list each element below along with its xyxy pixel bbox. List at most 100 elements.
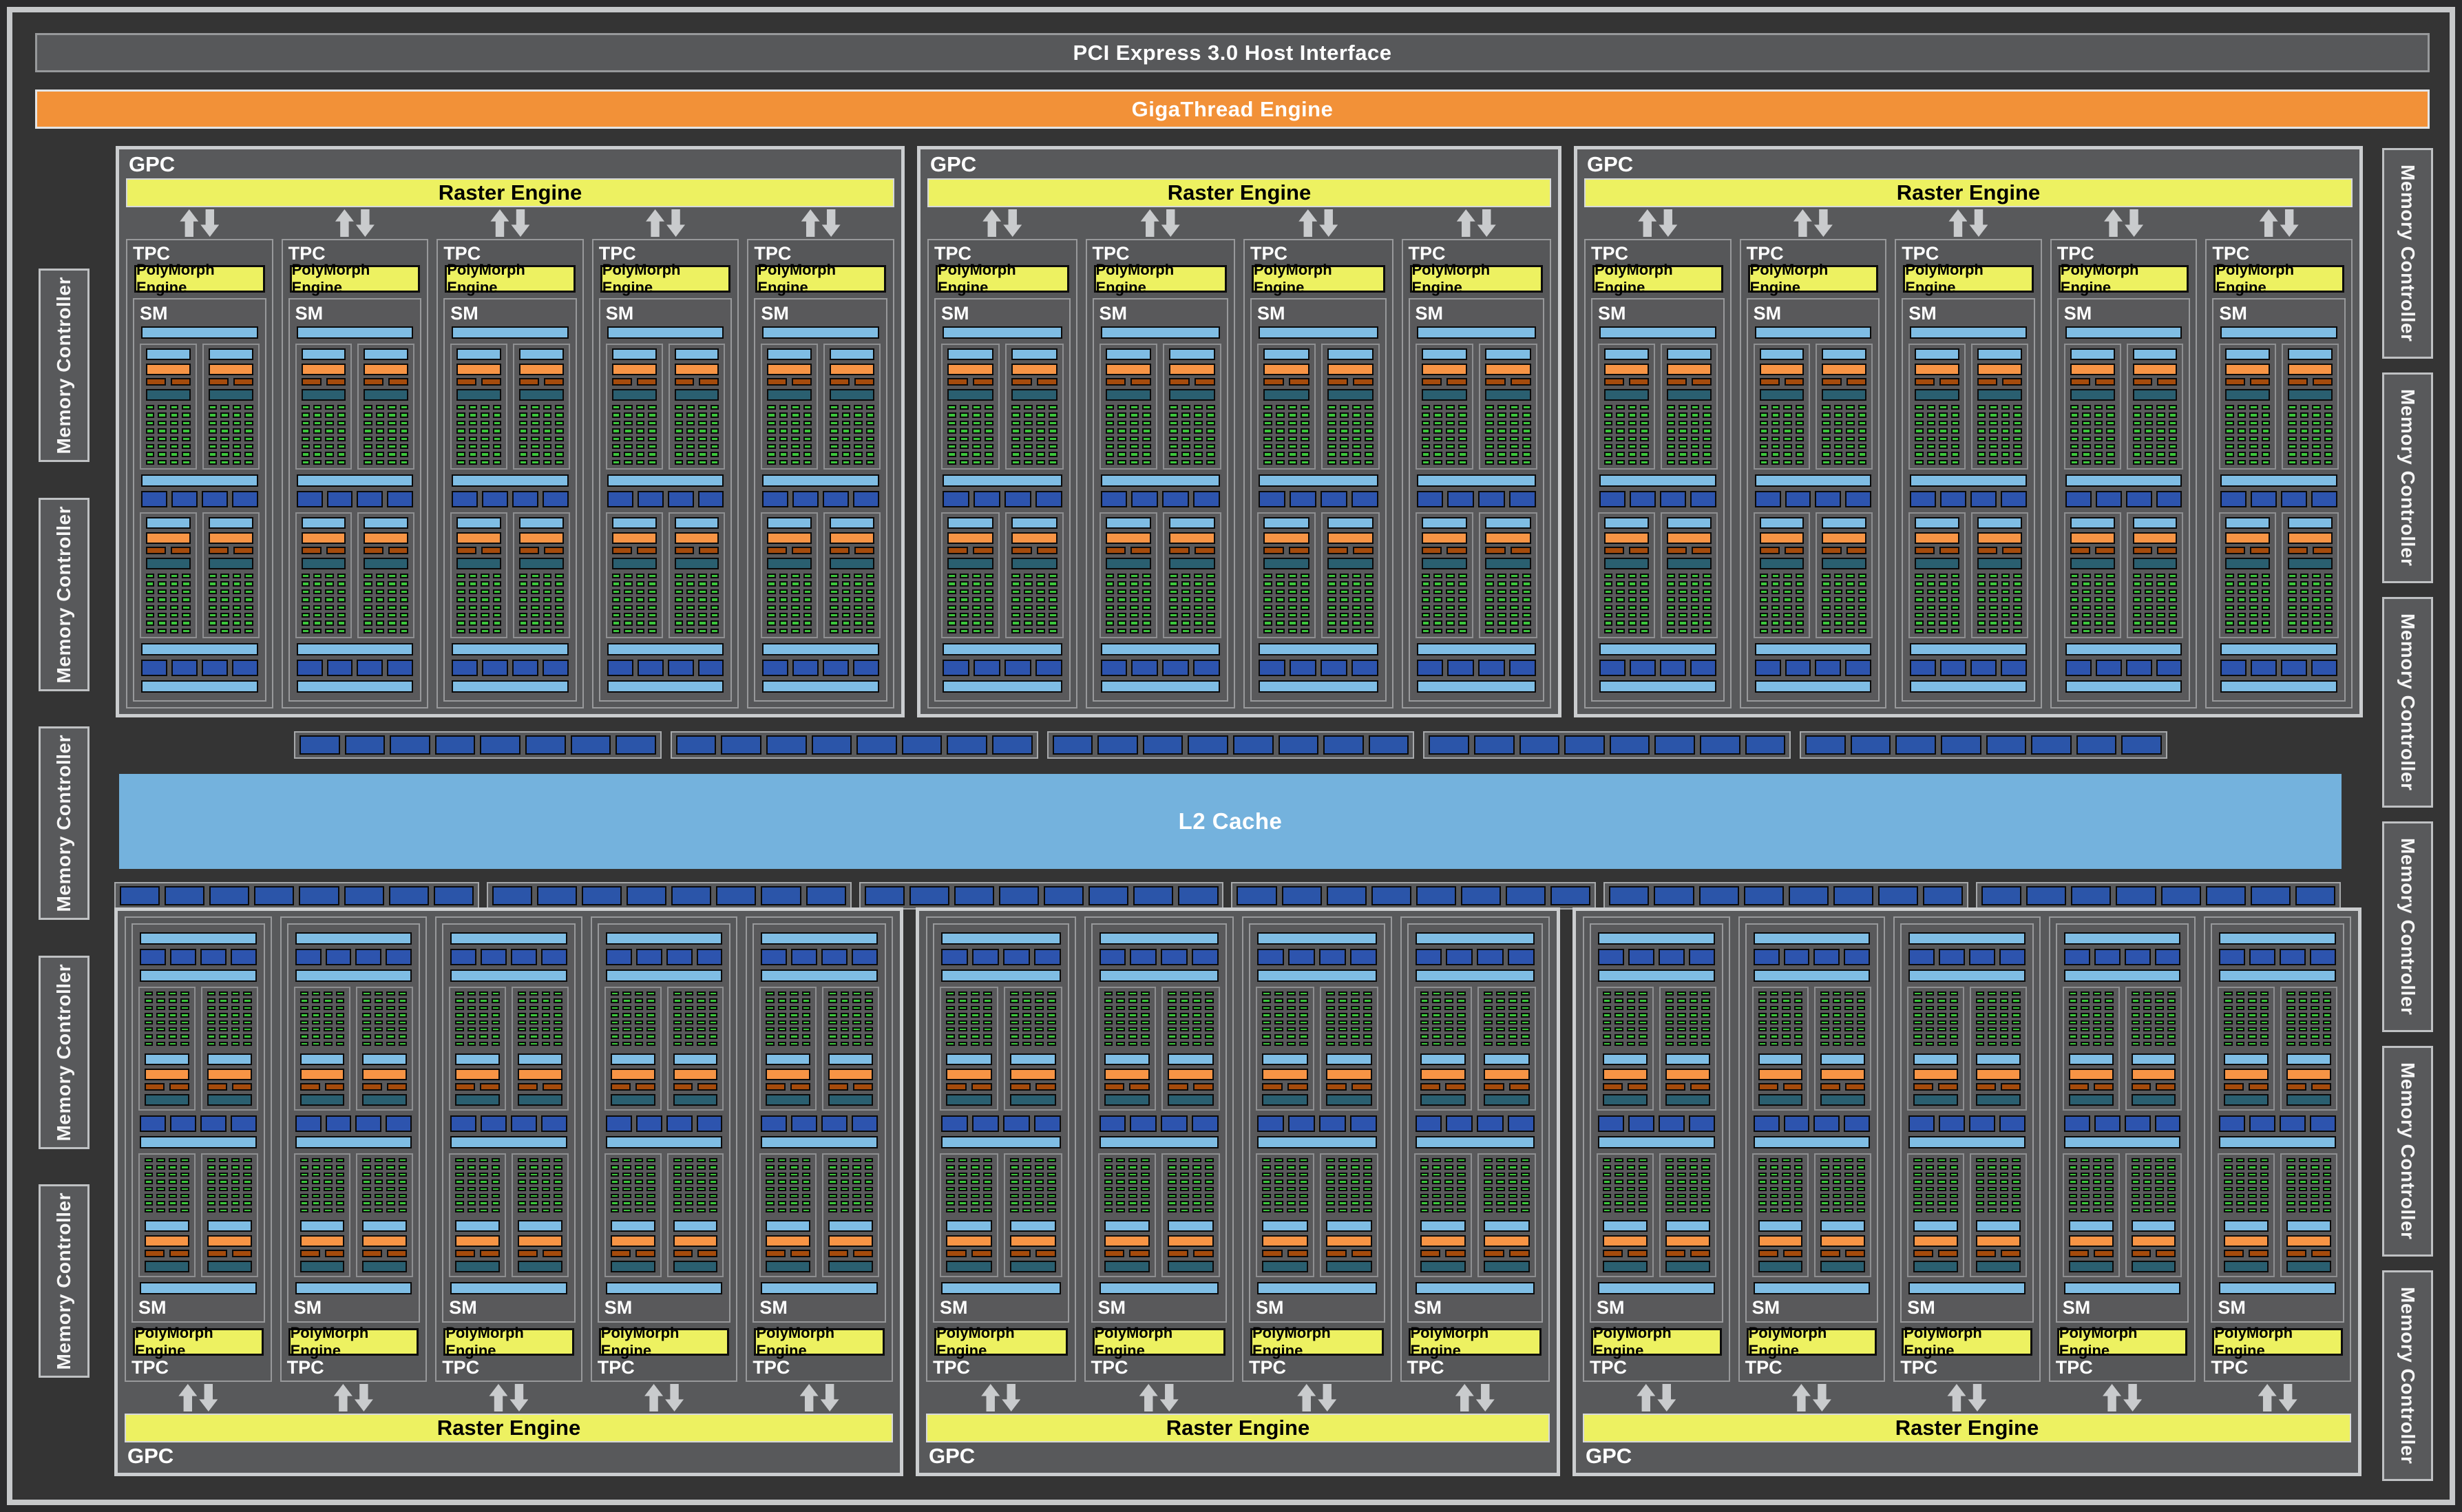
cuda-core-cell bbox=[1794, 1027, 1802, 1031]
cuda-core-cell bbox=[1977, 589, 1986, 594]
dispatch-units-row bbox=[2288, 378, 2333, 386]
dispatch-bar bbox=[2069, 1069, 2114, 1080]
cuda-core-cell bbox=[219, 1173, 227, 1177]
sm-lsu-cell bbox=[1845, 660, 1871, 676]
tpc-label: TPC bbox=[1249, 1356, 1385, 1379]
sm-lsu-cell bbox=[1350, 1115, 1377, 1132]
cuda-core-grid bbox=[1326, 991, 1372, 1046]
cuda-core-cell bbox=[983, 1208, 992, 1212]
cuda-core-cell bbox=[386, 1179, 394, 1184]
cuda-core-cell bbox=[324, 1173, 332, 1177]
sm-processing-block bbox=[941, 512, 1000, 638]
dispatch-bar bbox=[1327, 532, 1374, 544]
sm-block-pair bbox=[604, 987, 724, 1111]
cuda-core-cell bbox=[1106, 428, 1115, 433]
dispatch-units-row bbox=[1106, 547, 1152, 554]
cuda-core-cell bbox=[1457, 1208, 1466, 1212]
sm-lsu-cell bbox=[1478, 491, 1505, 507]
cuda-core-cell bbox=[852, 1187, 861, 1191]
dispatch-units-row bbox=[830, 378, 874, 386]
cuda-core-cell bbox=[456, 421, 465, 426]
cuda-core-cell bbox=[1614, 1158, 1623, 1162]
sm-wide-bar bbox=[450, 969, 567, 982]
cuda-core-cell bbox=[2106, 421, 2114, 426]
warp-scheduler-bar bbox=[1913, 1220, 1958, 1232]
sm-lsu-cell bbox=[1813, 1115, 1840, 1132]
cuda-core-cell bbox=[646, 1187, 655, 1191]
cuda-core-cell bbox=[1603, 1173, 1611, 1177]
cuda-core-cell bbox=[1287, 991, 1296, 996]
cuda-core-cell bbox=[2001, 405, 2010, 410]
cuda-core-cell bbox=[1116, 1208, 1125, 1212]
dispatch-unit-cell bbox=[1106, 547, 1126, 554]
cuda-core-cell bbox=[612, 574, 620, 578]
cuda-core-cell bbox=[1422, 574, 1431, 578]
raster-tpc-arrows bbox=[125, 1382, 272, 1414]
dispatch-units-row bbox=[612, 378, 657, 386]
cuda-core-cell bbox=[2001, 574, 2010, 578]
sm-block-pair bbox=[1752, 1153, 1872, 1277]
cuda-core-cell bbox=[455, 1187, 463, 1191]
cuda-core-cell bbox=[145, 991, 153, 996]
cuda-core-cell bbox=[244, 597, 253, 602]
cuda-core-cell bbox=[1287, 1173, 1296, 1177]
cuda-core-cell bbox=[531, 421, 539, 426]
cuda-core-cell bbox=[709, 1179, 717, 1184]
dispatch-units-row bbox=[830, 547, 874, 554]
cuda-core-cell bbox=[842, 421, 850, 426]
cuda-core-cell bbox=[158, 405, 166, 410]
cuda-core-cell bbox=[1446, 460, 1455, 465]
sm-block-pair bbox=[604, 1153, 724, 1277]
cuda-core-cell bbox=[1760, 421, 1768, 426]
cuda-core-cell bbox=[779, 581, 788, 586]
cuda-core-cell bbox=[778, 1165, 786, 1169]
cuda-core-cell bbox=[455, 1020, 463, 1025]
cuda-core-cell bbox=[1340, 437, 1349, 441]
register-file-bar bbox=[1168, 1261, 1214, 1272]
cuda-core-cell bbox=[156, 1020, 165, 1025]
cuda-core-cell bbox=[2288, 613, 2296, 618]
rop-cell bbox=[1610, 735, 1650, 755]
cuda-core-cell bbox=[1679, 444, 1687, 449]
cuda-core-cell bbox=[519, 428, 527, 433]
cuda-core-cell bbox=[830, 581, 838, 586]
cuda-core-cell bbox=[1665, 1006, 1674, 1010]
cuda-core-cell bbox=[1206, 629, 1215, 633]
cuda-core-cell bbox=[1690, 1013, 1698, 1017]
cuda-core-cell bbox=[1117, 405, 1126, 410]
sm-lsu-cell bbox=[1288, 1115, 1315, 1132]
gigathread-engine-bar: GigaThread Engine bbox=[35, 90, 2430, 129]
cuda-core-cell bbox=[1299, 1158, 1308, 1162]
cuda-core-cell bbox=[455, 1201, 463, 1205]
cuda-core-cell bbox=[1299, 1034, 1308, 1038]
cuda-core-cell bbox=[1628, 428, 1637, 433]
cuda-core-cell bbox=[1327, 629, 1336, 633]
cuda-core-cell bbox=[313, 597, 322, 602]
cuda-core-grid bbox=[302, 405, 346, 465]
cuda-core-cell bbox=[1927, 452, 1935, 456]
cuda-core-cell bbox=[1363, 1187, 1372, 1191]
cuda-core-cell bbox=[622, 1187, 631, 1191]
dispatch-bar bbox=[1262, 1235, 1308, 1247]
down-arrow-icon bbox=[1968, 1384, 1986, 1411]
cuda-core-cell bbox=[1299, 1179, 1308, 1184]
cuda-core-cell bbox=[1782, 991, 1790, 996]
cuda-core-cell bbox=[854, 405, 862, 410]
tpc: TPCPolyMorph EngineSM bbox=[282, 239, 429, 708]
cuda-core-cell bbox=[1365, 620, 1374, 625]
warp-scheduler-bar bbox=[145, 1220, 189, 1232]
cuda-core-cell bbox=[791, 460, 799, 465]
cuda-core-cell bbox=[386, 1194, 394, 1198]
cuda-core-cell bbox=[1340, 589, 1349, 594]
cuda-core-cell bbox=[1977, 444, 1986, 449]
cuda-core-cell bbox=[492, 1208, 500, 1212]
cuda-core-cell bbox=[841, 1187, 849, 1191]
dispatch-bar bbox=[1263, 532, 1309, 544]
warp-scheduler-bar bbox=[946, 1220, 992, 1232]
cuda-core-cell bbox=[1667, 589, 1675, 594]
cuda-core-cell bbox=[791, 437, 799, 441]
warp-scheduler-bar bbox=[675, 348, 719, 360]
cuda-core-cell bbox=[455, 1179, 463, 1184]
cuda-core-cell bbox=[1206, 452, 1215, 456]
cuda-core-cell bbox=[779, 428, 788, 433]
